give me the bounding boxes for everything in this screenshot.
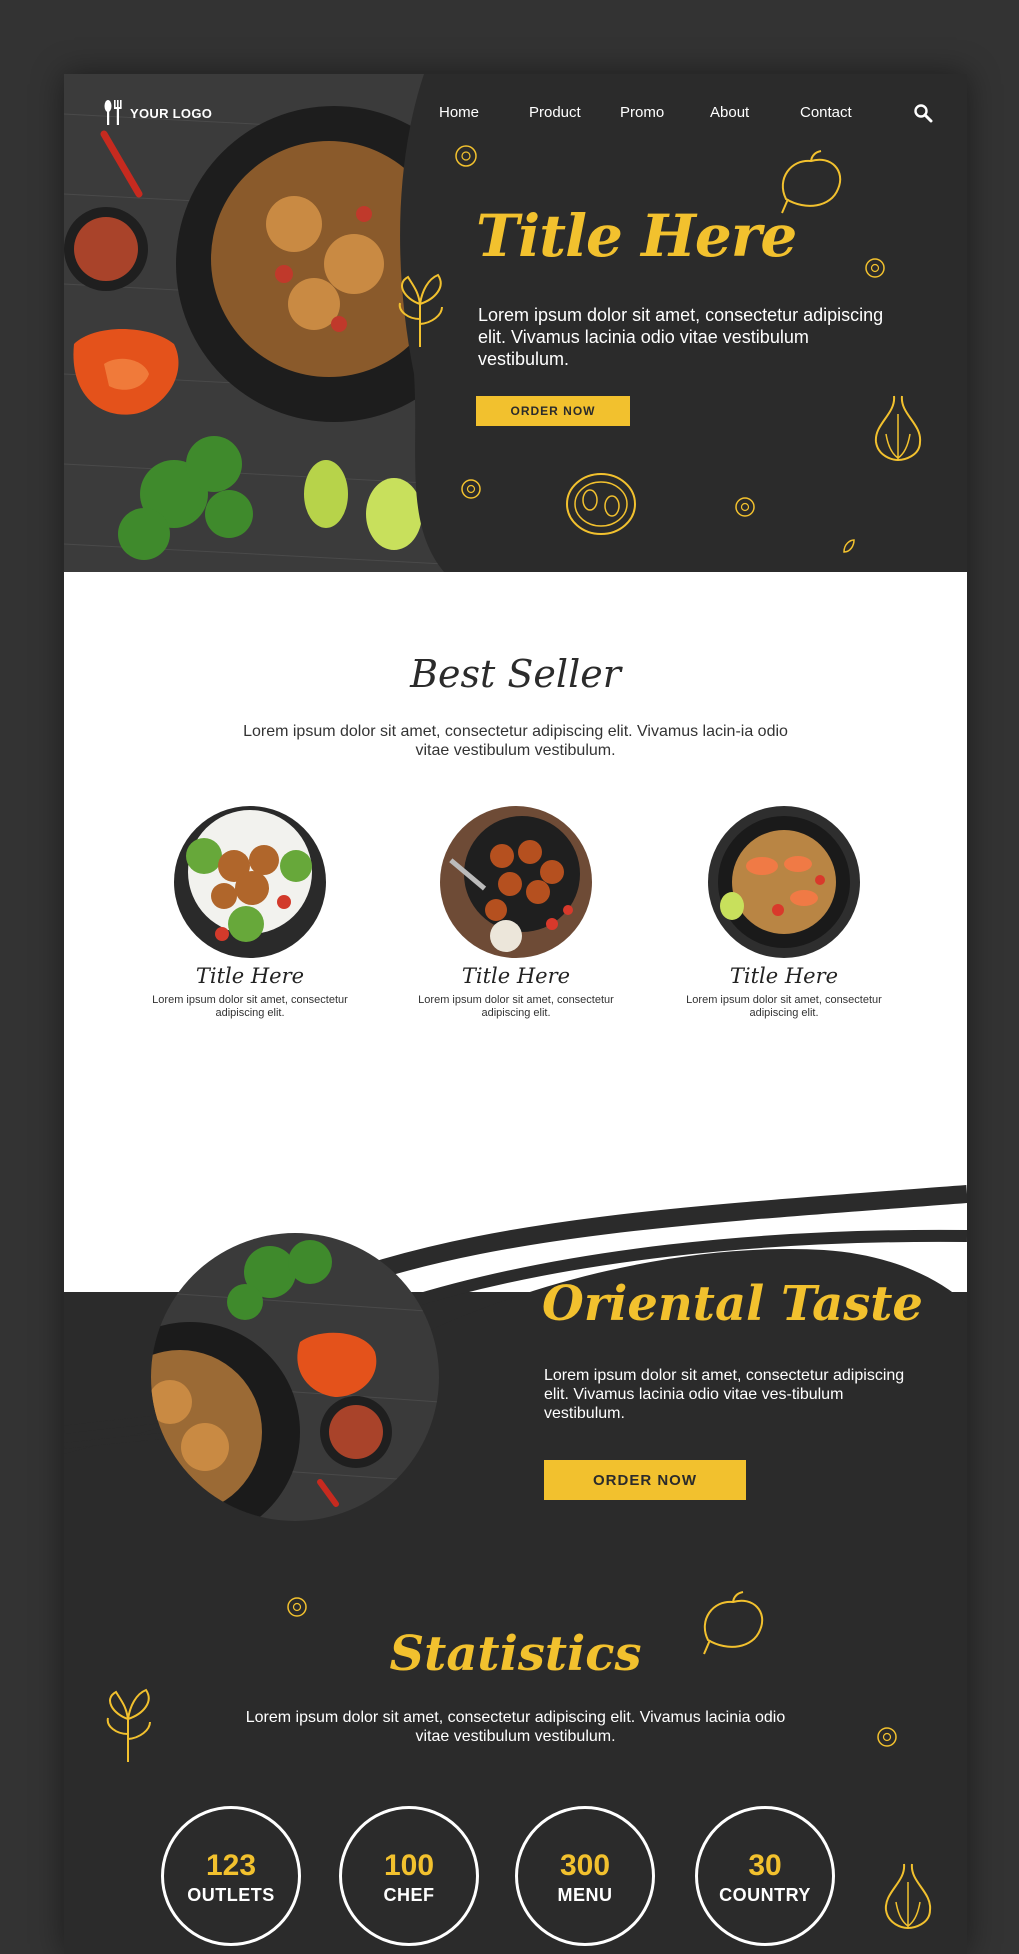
stat-label: CHEF: [383, 1885, 435, 1905]
oriental-food-photo: [151, 1233, 439, 1521]
stat-value: 300: [559, 1849, 611, 1882]
hero-food-photo: [64, 74, 444, 572]
product-description: Lorem ipsum dolor sit amet, consectetur …: [152, 994, 348, 1019]
oriental-order-now-button[interactable]: ORDER NOW: [544, 1460, 746, 1500]
garlic-icon: [884, 1863, 932, 1930]
best-seller-description: Lorem ipsum dolor sit amet, consectetur …: [243, 723, 788, 759]
hero-title: Title Here: [476, 202, 797, 270]
hero-description: Lorem ipsum dolor sit amet, consectetur …: [478, 305, 884, 369]
parsley-icon: [398, 273, 443, 347]
statistics-title: Statistics: [389, 1626, 642, 1682]
nav-product[interactable]: Product: [529, 104, 581, 121]
stat-menu: 300 MENU: [515, 1806, 655, 1946]
landing-page: YOUR LOGO Home Product Promo About Conta…: [64, 74, 967, 1954]
product-title: Title Here: [729, 964, 839, 988]
best-seller-title: Best Seller: [410, 652, 621, 696]
hero-order-now-button[interactable]: ORDER NOW: [476, 396, 630, 426]
nav-contact[interactable]: Contact: [800, 104, 852, 121]
product-image-shrimp-noodles: [708, 806, 860, 958]
product-image-meatballs: [440, 806, 592, 958]
product-description: Lorem ipsum dolor sit amet, consectetur …: [686, 994, 882, 1019]
parsley-icon: [106, 1688, 151, 1762]
stat-value: 30: [748, 1849, 782, 1882]
oriental-description: Lorem ipsum dolor sit amet, consectetur …: [544, 1367, 905, 1422]
product-card[interactable]: Title Here Lorem ipsum dolor sit amet, c…: [406, 806, 626, 1020]
main-nav: Home Product Promo About Contact: [64, 104, 967, 128]
product-card[interactable]: Title Here Lorem ipsum dolor sit amet, c…: [674, 806, 894, 1020]
tomato-slice-icon: [735, 497, 755, 517]
stat-label: OUTLETS: [187, 1885, 275, 1905]
product-description: Lorem ipsum dolor sit amet, consectetur …: [418, 994, 614, 1019]
product-card[interactable]: Title Here Lorem ipsum dolor sit amet, c…: [140, 806, 360, 1020]
hero-section: YOUR LOGO Home Product Promo About Conta…: [64, 74, 967, 572]
stat-label: COUNTRY: [719, 1885, 811, 1905]
product-title: Title Here: [195, 964, 305, 988]
tomato-slice-icon: [865, 258, 885, 278]
product-title: Title Here: [461, 964, 571, 988]
tomato-slice-icon: [877, 1727, 897, 1747]
tomato-slice-icon: [461, 479, 481, 499]
leaf-icon: [843, 539, 855, 553]
stat-value: 123: [205, 1849, 257, 1882]
garlic-icon: [874, 395, 922, 462]
stat-outlets: 123 OUTLETS: [161, 1806, 301, 1946]
oriental-title: Oriental Taste: [542, 1276, 923, 1332]
tomato-half-icon: [566, 473, 636, 535]
nav-home[interactable]: Home: [439, 104, 479, 121]
nav-promo[interactable]: Promo: [620, 104, 664, 121]
statistics-description: Lorem ipsum dolor sit amet, consectetur …: [245, 1709, 786, 1745]
search-icon[interactable]: [913, 103, 933, 123]
stat-country: 30 COUNTRY: [695, 1806, 835, 1946]
stat-chef: 100 CHEF: [339, 1806, 479, 1946]
tomato-slice-icon: [455, 145, 477, 167]
product-image-fried-chicken: [174, 806, 326, 958]
stat-value: 100: [383, 1849, 435, 1882]
tomato-slice-icon: [287, 1597, 307, 1617]
nav-about[interactable]: About: [710, 104, 749, 121]
stat-label: MENU: [557, 1885, 613, 1905]
